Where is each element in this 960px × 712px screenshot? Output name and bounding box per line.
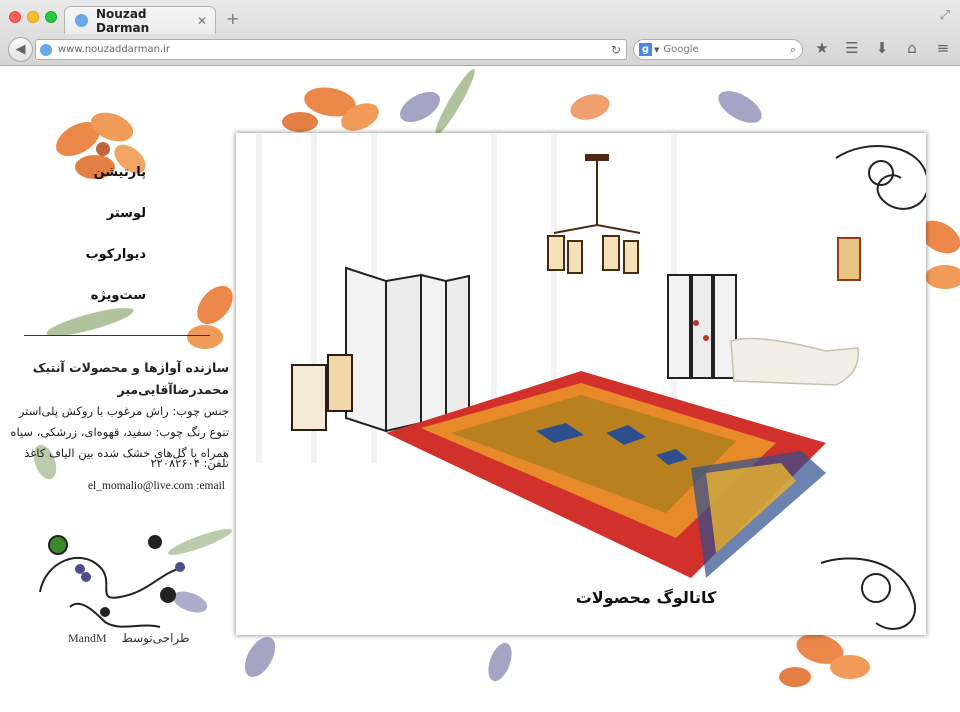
menu-divider <box>24 335 210 336</box>
info-email[interactable]: el_momalio@live.com :email <box>88 480 225 492</box>
reading-list-icon[interactable]: ☰ <box>842 39 862 59</box>
menu-item-special-set[interactable]: ست‌ویژه <box>86 287 146 328</box>
google-engine-icon[interactable]: g <box>639 43 652 56</box>
menu-item-chandelier[interactable]: لوستر <box>86 205 146 246</box>
browser-tab[interactable]: Nouzad Darman ✕ <box>64 6 216 35</box>
menu-item-partition[interactable]: پارتیشن <box>86 164 146 205</box>
menu-icon[interactable]: ≡ <box>933 39 953 59</box>
side-menu: پارتیشن لوستر دیوارکوب ست‌ویژه <box>86 164 146 328</box>
url-text[interactable]: www.nouzaddarman.ir <box>58 44 611 55</box>
product-collage <box>256 133 926 630</box>
tab-title: Nouzad Darman <box>96 6 150 35</box>
chandelier-product <box>547 154 641 274</box>
search-input[interactable]: Google <box>663 44 789 55</box>
owner-name: محمدرضاآقایی‌میر <box>117 382 229 397</box>
tab-close-icon[interactable]: ✕ <box>197 14 207 28</box>
daybed-product <box>730 337 860 386</box>
download-icon[interactable]: ⬇ <box>872 39 892 59</box>
designer-label: طراحی‌توسط <box>121 631 190 645</box>
menu-item-wall-lamp[interactable]: دیوارکوب <box>86 246 146 287</box>
designer-name: MandM <box>68 631 107 645</box>
restore-icon[interactable]: ⤢ <box>940 8 950 23</box>
window-close-button[interactable] <box>9 11 21 23</box>
corner-ornament-top <box>835 145 926 210</box>
catalog-link[interactable]: کاتالوگ محصولات <box>546 588 746 614</box>
info-colors: تنوع رنگ چوب: سفید، قهوه‌ای، زرشکی، سیاه <box>10 425 229 439</box>
folding-screen-right <box>667 274 737 379</box>
designer-credit: MandM طراحی‌توسط <box>68 631 202 646</box>
back-button[interactable]: ◀ <box>8 37 33 62</box>
floor-lanterns <box>291 354 353 431</box>
product-showcase: کاتالوگ محصولات <box>236 133 926 635</box>
window-maximize-button[interactable] <box>45 11 57 23</box>
search-bar[interactable]: g ▼ Google ⌕ <box>633 39 803 60</box>
back-icon: ◀ <box>15 42 26 57</box>
site-favicon-icon <box>75 14 88 27</box>
browser-chrome: Nouzad Darman ✕ + ⤢ ◀ www.nouzaddarman.i… <box>0 0 960 66</box>
address-bar[interactable]: www.nouzaddarman.ir ↻ <box>35 39 627 60</box>
site-identity-icon <box>40 43 52 56</box>
info-phone: تلفن: ۲۲۰۸۲۶۰۴ <box>150 456 229 470</box>
home-icon[interactable]: ⌂ <box>902 39 922 59</box>
search-icon[interactable]: ⌕ <box>790 43 796 57</box>
company-info: سازنده آوازها و محصولات آنتیک محمدرضاآقا… <box>0 357 229 478</box>
company-title: سازنده آوازها و محصولات آنتیک <box>32 360 229 375</box>
corner-ornament-bottom <box>820 557 917 630</box>
window-minimize-button[interactable] <box>27 11 39 23</box>
info-material: جنس چوب: راش مرغوب با روکش پلی‌استر <box>18 404 229 418</box>
folding-screen-left <box>345 266 470 433</box>
reload-icon[interactable]: ↻ <box>611 43 621 57</box>
vine-ornament-icon <box>39 535 186 628</box>
engine-dropdown-icon[interactable]: ▼ <box>654 46 659 54</box>
web-page: پارتیشن لوستر دیوارکوب ست‌ویژه سازنده آو… <box>0 67 960 712</box>
bookmark-star-icon[interactable]: ★ <box>812 39 832 59</box>
wall-lamp-product <box>837 237 861 281</box>
new-tab-button[interactable]: + <box>226 9 239 28</box>
